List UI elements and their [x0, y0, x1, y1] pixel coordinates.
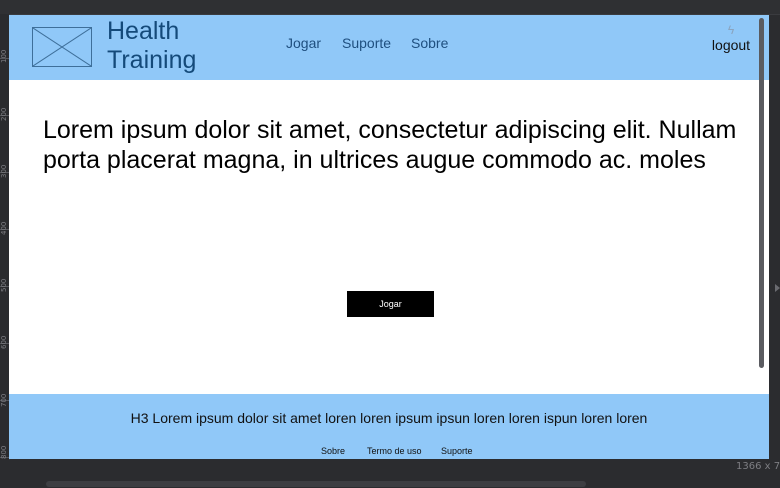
play-button[interactable]: Jogar: [347, 291, 434, 317]
logout-label: logout: [711, 37, 751, 53]
ruler-label: 600: [0, 335, 8, 349]
footer-sobre-link[interactable]: Sobre: [321, 446, 345, 457]
brand-title: Health Training: [107, 17, 196, 75]
expand-arrow-icon[interactable]: [775, 284, 780, 292]
image-placeholder-icon: [33, 28, 91, 66]
ruler-label: 100: [0, 49, 8, 63]
footer-suporte-link[interactable]: Suporte: [441, 446, 473, 457]
vertical-scrollbar[interactable]: [759, 18, 764, 368]
intro-text: Lorem ipsum dolor sit amet, consectetur …: [43, 116, 737, 174]
ruler-label: 400: [0, 221, 8, 235]
ruler-label: 800: [0, 445, 8, 459]
ruler-label: 200: [0, 107, 8, 121]
editor-top-bar: [0, 0, 780, 15]
site-footer: H3 Lorem ipsum dolor sit amet loren lore…: [9, 394, 769, 459]
footer-heading: H3 Lorem ipsum dolor sit amet loren lore…: [130, 410, 648, 426]
ruler-label: 500: [0, 278, 8, 292]
nav-jogar-link[interactable]: Jogar: [286, 35, 321, 51]
nav-sobre-link[interactable]: Sobre: [411, 35, 448, 51]
ruler-label: 700: [0, 393, 8, 407]
footer-termo-link[interactable]: Termo de uso: [367, 446, 422, 457]
horizontal-scrollbar[interactable]: [46, 481, 586, 487]
logo-placeholder: [32, 27, 92, 67]
site-header: Health Training Jogar Suporte Sobre ϟ lo…: [9, 15, 769, 80]
ruler-label: 300: [0, 164, 8, 178]
lightning-bolt-icon: ϟ: [727, 23, 735, 37]
nav-suporte-link[interactable]: Suporte: [342, 35, 391, 51]
canvas-size-label: 1366 x 7: [736, 461, 780, 472]
brand-line-2: Training: [107, 46, 197, 74]
brand-line-1: Health: [107, 17, 180, 45]
logout-button[interactable]: ϟ logout: [711, 23, 751, 53]
wireframe-page: Health Training Jogar Suporte Sobre ϟ lo…: [9, 15, 769, 459]
